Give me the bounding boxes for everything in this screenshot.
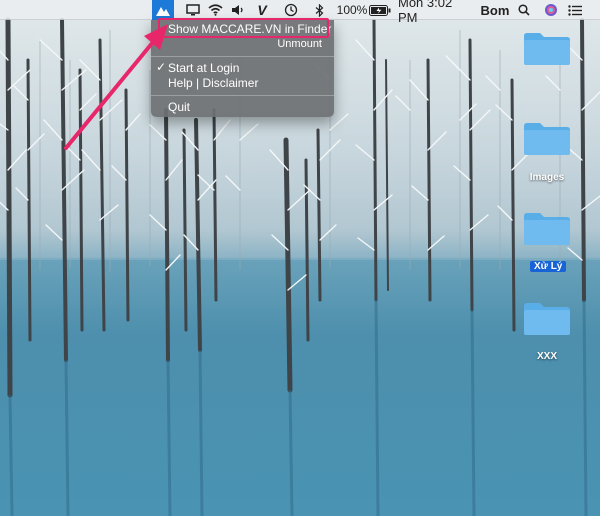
wifi-icon[interactable] <box>206 0 224 20</box>
folder-label: Images <box>529 172 565 183</box>
battery-percent[interactable]: 100% <box>336 0 368 20</box>
bluetooth-icon[interactable] <box>312 0 326 20</box>
desktop-folder-images[interactable] <box>523 122 571 156</box>
mountain-glyph <box>156 7 170 16</box>
folder-label: XXX <box>536 351 557 362</box>
volume-icon[interactable] <box>230 0 246 20</box>
menubar-user[interactable]: Bom <box>480 0 510 20</box>
menubar-clock[interactable]: Mon 3:02 PM <box>398 0 474 25</box>
notification-list-icon[interactable] <box>566 0 584 20</box>
desktop-folder-xu-ly[interactable] <box>523 212 571 246</box>
menu-bar: V 100% Mon 3:02 PM Bom <box>0 0 600 25</box>
display-icon[interactable] <box>184 0 202 20</box>
desktop-folder[interactable] <box>523 32 571 66</box>
maccare-mountain-icon[interactable] <box>152 0 174 20</box>
battery-icon[interactable] <box>368 0 392 20</box>
folder-label-selected: Xử Lý <box>530 261 567 272</box>
annotation-arrow <box>64 24 168 150</box>
time-machine-icon[interactable] <box>282 0 300 20</box>
siri-icon[interactable] <box>542 0 560 20</box>
search-icon[interactable] <box>516 0 532 20</box>
annotation-highlight-box <box>158 18 329 38</box>
desktop-folder-xxx[interactable] <box>523 302 571 336</box>
vysor-icon[interactable]: V <box>254 0 270 20</box>
